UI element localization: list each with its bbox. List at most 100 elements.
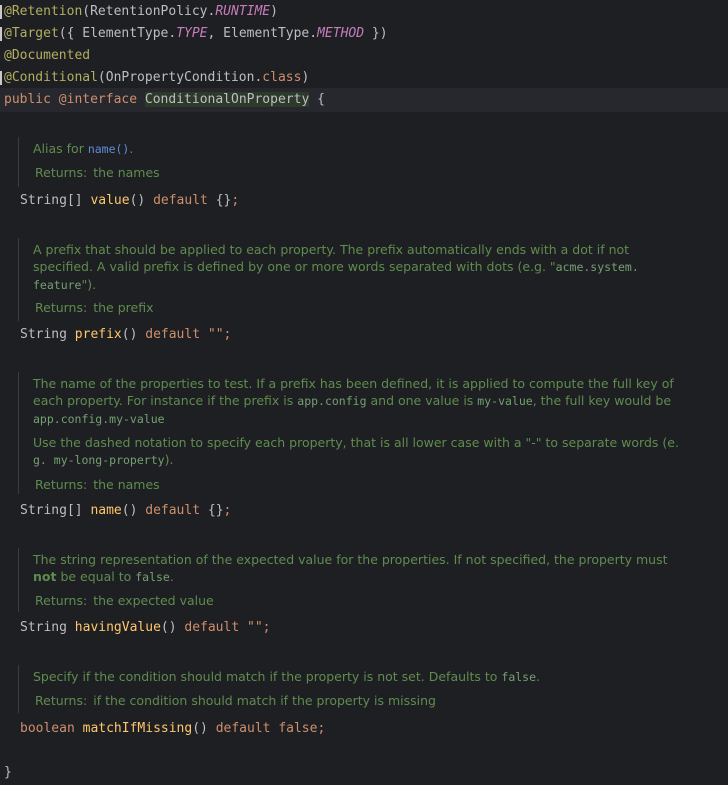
doc-description: each property. For instance if the prefi… xyxy=(19,392,719,410)
semicolon: ; xyxy=(262,620,271,635)
returns-text: the names xyxy=(93,165,160,180)
member-type: String xyxy=(20,327,67,342)
returns-text: if the condition should match if the pro… xyxy=(93,693,436,708)
doc-description: Use the dashed notation to specify each … xyxy=(19,434,719,451)
member-name[interactable]: havingValue xyxy=(75,620,161,635)
doc-text: ). xyxy=(164,452,174,467)
doc-code: app.config.my-value xyxy=(33,412,165,426)
closing-brace: } xyxy=(4,765,12,780)
javadoc-having-value: The string representation of the expecte… xyxy=(18,548,719,612)
interface-declaration: public @interface ConditionalOnProperty … xyxy=(4,91,325,109)
member-having-value: String havingValue() default ""; xyxy=(20,619,270,637)
member-type: boolean xyxy=(20,721,75,736)
gutter-marker xyxy=(0,5,2,19)
doc-code: false xyxy=(501,670,537,684)
doc-text: Alias for xyxy=(33,141,88,156)
doc-description: g. my-long-property). xyxy=(19,451,719,469)
type-constant[interactable]: TYPE xyxy=(176,26,207,41)
member-parens: () xyxy=(121,327,138,342)
retention-keyword[interactable]: @Retention xyxy=(4,4,82,19)
target-annotation: @Target({ ElementType.TYPE, ElementType.… xyxy=(4,25,388,43)
doc-text: Specify if the condition should match if… xyxy=(33,669,502,684)
member-match-if-missing: boolean matchIfMissing() default false; xyxy=(20,720,325,738)
doc-returns: Returns: the names xyxy=(19,476,719,493)
doc-code: feature xyxy=(33,278,82,292)
member-name[interactable]: value xyxy=(90,193,129,208)
doc-description: The name of the properties to test. If a… xyxy=(19,375,719,392)
conditional-keyword[interactable]: @Conditional xyxy=(4,70,98,85)
doc-description: Alias for name(). xyxy=(19,140,719,158)
interface-name[interactable]: ConditionalOnProperty xyxy=(144,92,310,107)
doc-text: . xyxy=(129,141,134,156)
returns-text: the expected value xyxy=(93,593,214,608)
gutter-marker xyxy=(0,27,2,41)
member-prefix: String prefix() default ""; xyxy=(20,326,231,344)
default-value: "" xyxy=(207,327,224,342)
doc-description: The string representation of the expecte… xyxy=(19,551,719,568)
doc-code: g. my-long-property xyxy=(33,453,165,467)
doc-description: Specify if the condition should match if… xyxy=(19,668,719,686)
doc-bold: not xyxy=(33,569,57,584)
semicolon: ; xyxy=(223,503,232,518)
target-args-sep: , ElementType. xyxy=(207,26,318,41)
javadoc-value: Alias for name(). Returns: the names xyxy=(18,137,719,187)
member-value: String[] value() default {}; xyxy=(20,192,239,210)
class-keyword: class xyxy=(262,70,302,85)
doc-description: A prefix that should be applied to each … xyxy=(19,241,719,258)
returns-label: Returns: xyxy=(35,165,88,180)
member-name[interactable]: name xyxy=(90,503,121,518)
gutter-marker xyxy=(0,71,2,85)
member-parens: () xyxy=(121,503,138,518)
member-parens: () xyxy=(129,193,146,208)
doc-text: and one value is xyxy=(366,393,478,408)
returns-label: Returns: xyxy=(35,593,88,608)
semicolon: ; xyxy=(317,721,326,736)
doc-text: A prefix that should be applied to each … xyxy=(33,242,630,257)
returns-text: the prefix xyxy=(93,300,154,315)
target-args-close: }) xyxy=(364,26,388,41)
returns-label: Returns: xyxy=(35,477,88,492)
default-keyword: default xyxy=(153,193,208,208)
target-keyword[interactable]: @Target xyxy=(4,26,59,41)
doc-description: specified. A valid prefix is defined by … xyxy=(19,258,719,276)
default-keyword: default xyxy=(184,620,240,635)
retention-args: (RetentionPolicy. xyxy=(82,4,216,19)
retention-args-close: ) xyxy=(270,4,278,19)
doc-text: The string representation of the expecte… xyxy=(33,552,668,567)
javadoc-name: The name of the properties to test. If a… xyxy=(18,372,719,494)
doc-text: , the full key would be xyxy=(532,393,672,408)
documented-annotation: @Documented xyxy=(4,47,90,65)
conditional-args-close: ) xyxy=(301,70,310,85)
doc-description: not be equal to false. xyxy=(19,568,719,586)
name-link[interactable]: name() xyxy=(88,142,130,156)
doc-description: app.config.my-value xyxy=(19,410,719,428)
doc-returns: Returns: the names xyxy=(19,164,719,181)
conditional-args: (OnPropertyCondition. xyxy=(97,70,263,85)
method-constant[interactable]: METHOD xyxy=(317,26,364,41)
member-parens: () xyxy=(192,721,208,736)
returns-text: the names xyxy=(93,477,160,492)
member-name[interactable]: matchIfMissing xyxy=(83,721,193,736)
semicolon: ; xyxy=(231,193,240,208)
default-value: false xyxy=(278,721,318,736)
retention-annotation: @Retention(RetentionPolicy.RUNTIME) xyxy=(4,3,278,21)
member-name[interactable]: prefix xyxy=(75,327,122,342)
doc-text: specified. A valid prefix is defined by … xyxy=(33,259,556,274)
runtime-constant[interactable]: RUNTIME xyxy=(215,4,270,19)
default-value: {} xyxy=(207,503,224,518)
doc-text: "). xyxy=(81,277,97,292)
target-args: ({ ElementType. xyxy=(58,26,177,41)
doc-code: my-value xyxy=(477,394,533,408)
documented-keyword[interactable]: @Documented xyxy=(4,48,90,63)
returns-label: Returns: xyxy=(35,693,88,708)
doc-returns: Returns: the prefix xyxy=(19,299,719,316)
interface-keyword: @interface xyxy=(58,92,138,107)
doc-text: each property. For instance if the prefi… xyxy=(33,393,298,408)
doc-text: . xyxy=(169,569,174,584)
doc-returns: Returns: the expected value xyxy=(19,592,719,609)
doc-text: . xyxy=(536,669,541,684)
member-type: String[] xyxy=(20,193,83,208)
default-value: {} xyxy=(215,193,232,208)
doc-text: The name of the properties to test. If a… xyxy=(33,376,674,391)
doc-returns: Returns: if the condition should match if… xyxy=(19,692,719,709)
